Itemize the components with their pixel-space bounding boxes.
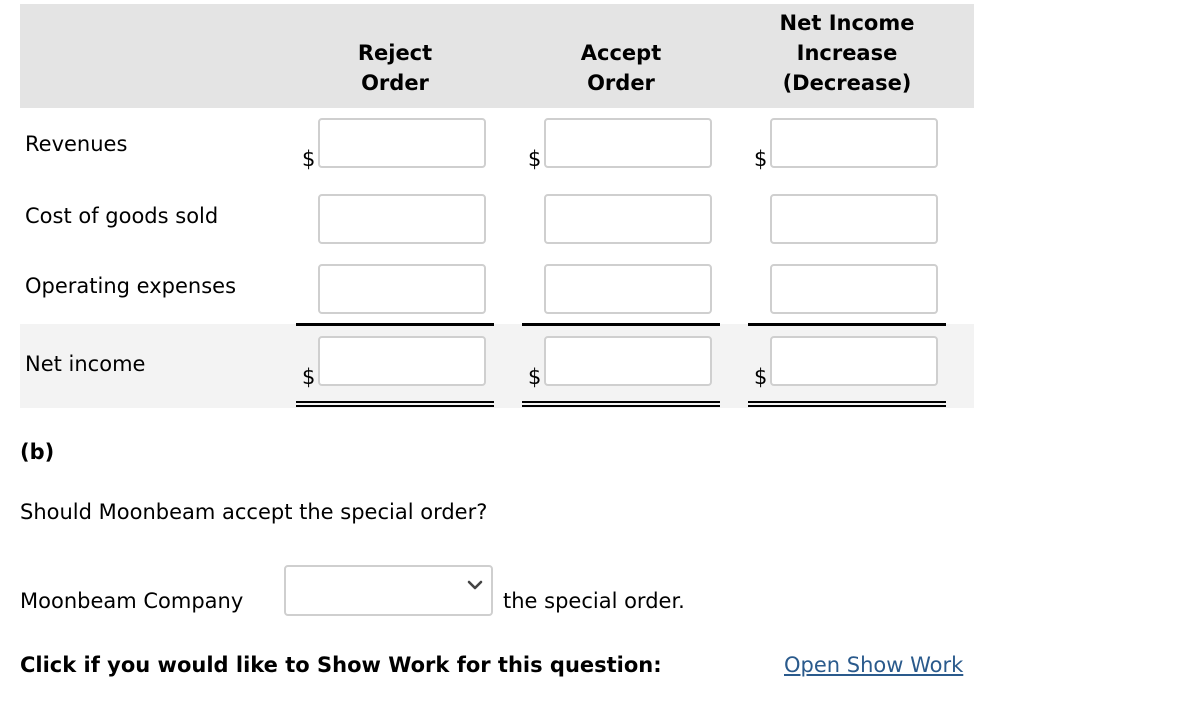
opex-accept-input[interactable] bbox=[544, 264, 712, 314]
subtotal-rule bbox=[296, 323, 494, 326]
currency-symbol: $ bbox=[754, 147, 768, 171]
company-label: Moonbeam Company bbox=[20, 589, 244, 613]
currency-symbol: $ bbox=[528, 365, 542, 389]
subtotal-rule bbox=[748, 323, 946, 326]
net-income-accept-input[interactable] bbox=[544, 336, 712, 386]
show-work-prompt: Click if you would like to Show Work for… bbox=[20, 653, 662, 677]
column-header-accept-order: Accept Order bbox=[508, 8, 734, 98]
row-label-revenues: Revenues bbox=[25, 132, 128, 156]
currency-symbol: $ bbox=[528, 147, 542, 171]
opex-reject-input[interactable] bbox=[318, 264, 486, 314]
column-header-line: (Decrease) bbox=[782, 71, 912, 95]
currency-symbol: $ bbox=[754, 365, 768, 389]
total-double-rule-top bbox=[296, 401, 494, 403]
after-select-text: the special order. bbox=[503, 589, 685, 613]
column-header-line: Net Income bbox=[779, 11, 915, 35]
chevron-down-icon bbox=[467, 580, 483, 590]
section-label-b: (b) bbox=[20, 440, 55, 464]
revenues-accept-input[interactable] bbox=[544, 118, 712, 168]
row-label-cost-of-goods-sold: Cost of goods sold bbox=[25, 204, 219, 228]
currency-symbol: $ bbox=[302, 365, 316, 389]
accept-reject-select[interactable] bbox=[284, 565, 493, 616]
row-label-operating-expenses: Operating expenses bbox=[25, 274, 237, 298]
net-income-change-input[interactable] bbox=[770, 336, 938, 386]
total-double-rule-top bbox=[522, 401, 720, 403]
column-header-line: Increase bbox=[796, 41, 898, 65]
row-label-net-income: Net income bbox=[25, 352, 146, 376]
cogs-reject-input[interactable] bbox=[318, 194, 486, 244]
question-text: Should Moonbeam accept the special order… bbox=[20, 500, 488, 524]
total-double-rule-bottom bbox=[522, 405, 720, 407]
column-header-line: Accept bbox=[580, 41, 662, 65]
total-double-rule-top bbox=[748, 401, 946, 403]
cogs-accept-input[interactable] bbox=[544, 194, 712, 244]
currency-symbol: $ bbox=[302, 147, 316, 171]
column-header-reject-order: Reject Order bbox=[282, 8, 508, 98]
column-header-net-income-change: Net Income Increase (Decrease) bbox=[734, 8, 960, 98]
subtotal-rule bbox=[522, 323, 720, 326]
revenues-change-input[interactable] bbox=[770, 118, 938, 168]
column-header-line: Reject bbox=[357, 41, 433, 65]
total-double-rule-bottom bbox=[296, 405, 494, 407]
column-header-line bbox=[282, 8, 508, 38]
revenues-reject-input[interactable] bbox=[318, 118, 486, 168]
column-header-line bbox=[508, 8, 734, 38]
net-income-reject-input[interactable] bbox=[318, 336, 486, 386]
column-header-line: Order bbox=[361, 71, 429, 95]
cogs-change-input[interactable] bbox=[770, 194, 938, 244]
opex-change-input[interactable] bbox=[770, 264, 938, 314]
open-show-work-link[interactable]: Open Show Work bbox=[784, 653, 963, 677]
total-double-rule-bottom bbox=[748, 405, 946, 407]
column-header-line: Order bbox=[587, 71, 655, 95]
